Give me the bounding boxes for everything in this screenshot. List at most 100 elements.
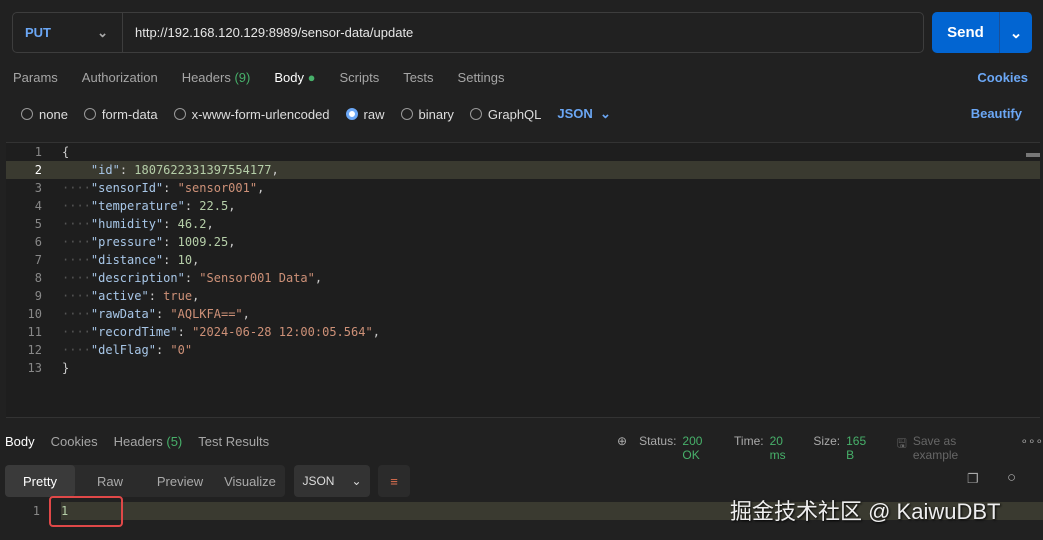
radio-label: none [39,106,68,122]
code-line: 5 ····"humidity": 46.2, [6,215,1040,233]
tab-response-cookies[interactable]: Cookies [51,434,98,449]
code-text: } [42,361,69,375]
code-token: "2024-06-28 12:00:05.564" [192,325,373,339]
format-label: JSON [557,106,593,121]
size-label: Size: [813,434,841,448]
radio-icon [21,108,33,120]
send-label[interactable]: Send [932,12,1000,53]
view-visualize[interactable]: Visualize [215,465,285,497]
view-pretty[interactable]: Pretty [5,465,75,497]
code-token: "active" [90,289,149,303]
response-format-select[interactable]: JSON ⌄ [294,465,370,497]
view-raw[interactable]: Raw [75,465,145,497]
wrap-lines-icon[interactable]: ≡ [378,465,410,497]
response-meta: ⊕ Status: 200 OK Time: 20 ms Size: 165 B 🖫 S… [617,434,1043,462]
radio-label: GraphQL [487,106,542,122]
code-token: "Sensor001 Data" [199,271,315,285]
code-token: : [163,235,178,249]
chevron-down-icon: ⌄ [351,474,362,488]
save-as-example-button[interactable]: Save as example [913,434,1003,462]
line-number: 8 [34,271,42,285]
beautify-button[interactable]: Beautify [971,106,1022,121]
save-icon: 🖫 [896,436,907,450]
radio-label: form-data [101,106,158,122]
code-text: ····"delFlag": "0" [42,343,192,357]
tab-authorization[interactable]: Authorization [82,70,158,85]
format-select[interactable]: JSON ⌄ [557,106,611,122]
tab-test-results[interactable]: Test Results [198,434,269,449]
code-token: : [155,343,171,357]
highlight-box [49,496,123,527]
radio-label: raw [363,106,385,122]
tab-response-body[interactable]: Body [5,434,35,449]
line-number: 2 [34,163,42,177]
code-token: "humidity" [90,217,164,231]
code-token: ···· [62,253,91,267]
line-number: 12 [27,343,42,357]
code-line: 10 ····"rawData": "AQLKFA==", [6,305,1040,323]
code-token: , [242,307,250,321]
radio-raw[interactable]: raw [345,106,385,122]
url-input[interactable]: http://192.168.120.129:8989/sensor-data/… [123,25,413,40]
code-token: "recordTime" [90,325,178,339]
status-value[interactable]: 200 OK [682,434,722,462]
code-token: : [184,199,200,213]
code-token: , [206,217,214,231]
code-token: 22.5 [199,199,229,213]
code-token: ···· [62,199,91,213]
code-text: "id": 1807622331397554177, [42,163,279,177]
line-number: 4 [34,199,42,213]
tab-settings[interactable]: Settings [458,70,505,85]
tab-params[interactable]: Params [13,70,58,85]
radio-icon [469,108,482,120]
code-token: "sensor001" [177,181,258,195]
radio-binary[interactable]: binary [400,106,454,122]
code-text: ····"humidity": 46.2, [42,217,214,231]
view-preview[interactable]: Preview [145,465,215,497]
code-token: ···· [62,217,91,231]
tab-scripts[interactable]: Scripts [339,70,379,85]
radio-form-data[interactable]: form-data [83,106,158,122]
method-select[interactable]: PUT ⌄ [13,13,123,52]
size-value[interactable]: 165 B [846,434,877,462]
line-number: 9 [34,289,42,303]
radio-none[interactable]: none [21,106,68,122]
body-type-radios: none form-data x-www-form-urlencoded raw… [21,106,611,122]
line-number: 5 [34,217,42,231]
code-token: : [163,217,178,231]
body-editor[interactable]: 1{2 "id": 1807622331397554177, 3 ····"sens… [6,142,1040,418]
search-icon[interactable]: ○ [1007,469,1016,486]
code-token: : [163,181,178,195]
radio-urlencoded[interactable]: x-www-form-urlencoded [173,106,330,122]
request-tabs: Params Authorization Headers (9) Body ● … [13,70,505,85]
line-number: 1 [34,145,42,159]
cookies-link[interactable]: Cookies [977,70,1028,85]
radio-icon [400,108,413,120]
tab-headers[interactable]: Headers (9) [182,70,251,85]
method-label: PUT [25,25,51,40]
tab-tests[interactable]: Tests [403,70,433,85]
chevron-down-icon[interactable]: ⌄ [1000,12,1032,53]
code-text: ····"active": true, [42,289,199,303]
radio-graphql[interactable]: GraphQL [469,106,542,122]
scrollbar[interactable] [1026,153,1040,157]
code-token: , [192,253,200,267]
code-line: 3 ····"sensorId": "sensor001", [6,179,1040,197]
code-token: "delFlag" [90,343,156,357]
globe-icon: ⊕ [617,434,628,448]
copy-icon[interactable]: ❐ [967,471,979,487]
code-token: ···· [62,325,91,339]
code-token: ···· [62,271,91,285]
code-token: , [372,325,380,339]
code-token: "description" [90,271,185,285]
send-button[interactable]: Send ⌄ [932,12,1032,53]
tab-response-headers[interactable]: Headers (5) [114,434,183,449]
code-text: ····"distance": 10, [42,253,199,267]
more-icon[interactable]: ∘∘∘ [1020,434,1043,462]
code-token: ···· [62,235,91,249]
code-token: , [271,163,279,177]
time-value[interactable]: 20 ms [770,434,802,462]
tab-body[interactable]: Body ● [274,70,315,85]
response-tabs: Body Cookies Headers (5) Test Results [5,434,269,449]
code-token: "sensorId" [90,181,164,195]
